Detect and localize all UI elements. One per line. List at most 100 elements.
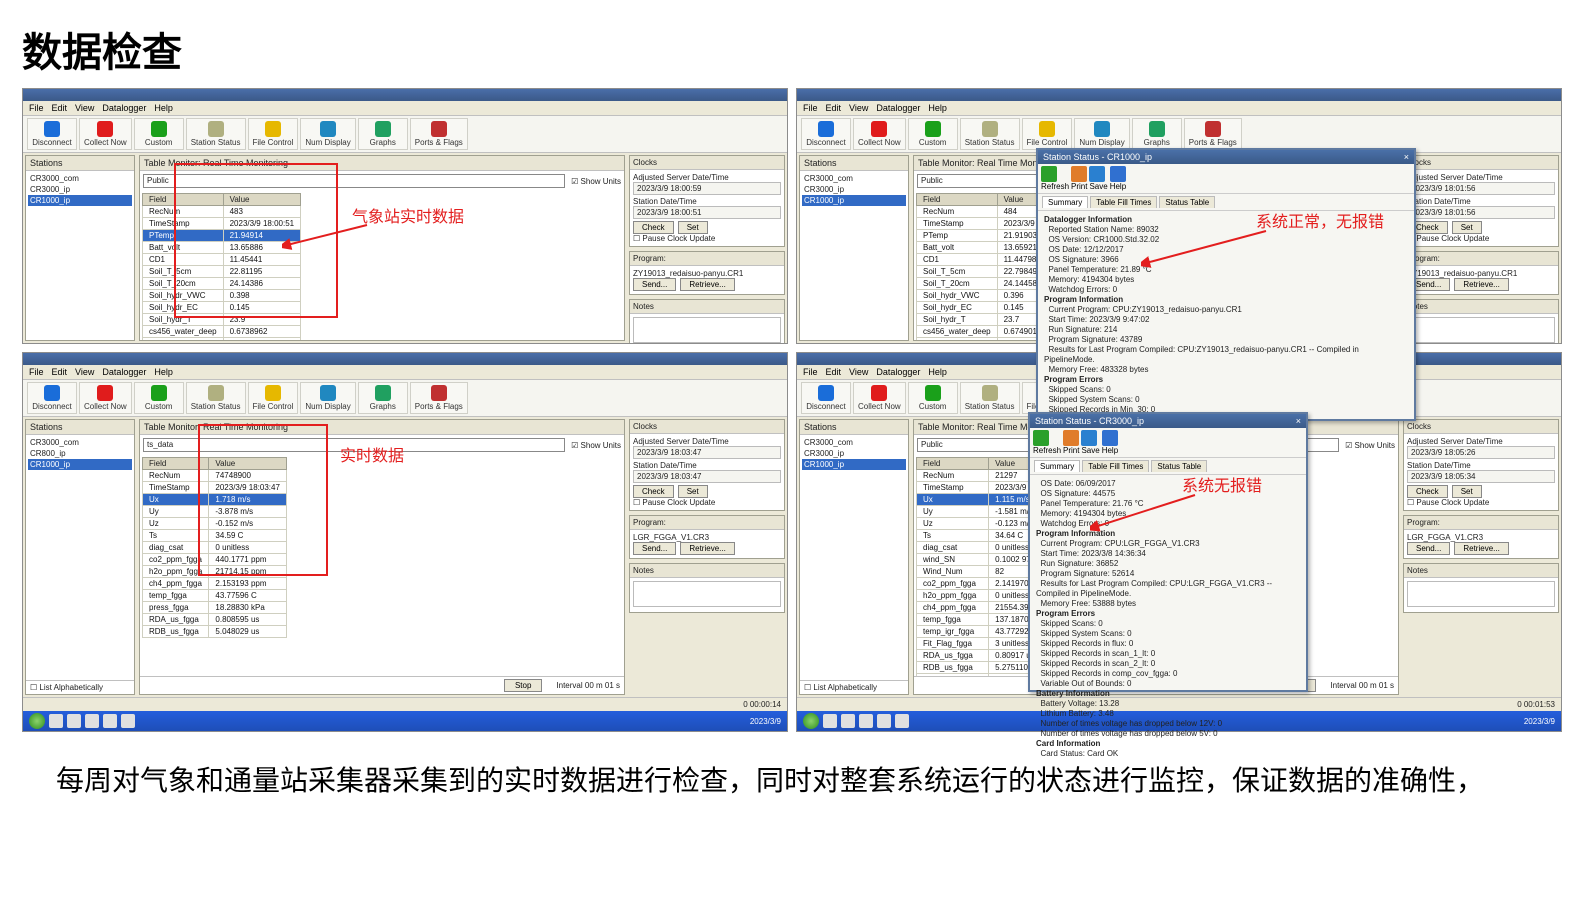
toolbar-custom[interactable]: Custom [908,118,958,150]
popup-tab[interactable]: Summary [1042,196,1088,208]
toolbar-collect-now[interactable]: Collect Now [79,118,132,150]
toolbar-station-status[interactable]: Station Status [186,118,246,150]
notes-textarea[interactable] [1407,581,1555,607]
taskbar-item[interactable] [121,714,135,728]
toolbar-num-display[interactable]: Num Display [300,382,355,414]
show-units-checkbox[interactable]: ☑ Show Units [1345,441,1395,450]
pause-clock-checkbox[interactable]: ☐ Pause Clock Update [1407,234,1555,243]
close-icon[interactable]: × [1404,152,1409,162]
station-item[interactable]: CR3000_com [28,437,132,448]
menu-help[interactable]: Help [154,367,173,377]
toolbar-graphs[interactable]: Graphs [358,382,408,414]
taskbar-item[interactable] [823,714,837,728]
toolbar-num-display[interactable]: Num Display [1074,118,1129,150]
toolbar-collect-now[interactable]: Collect Now [853,118,906,150]
menu-help[interactable]: Help [154,103,173,113]
popup-tool-print[interactable]: Print [1071,166,1087,191]
toolbar-collect-now[interactable]: Collect Now [853,382,906,414]
toolbar-file-control[interactable]: File Control [248,382,299,414]
retrieve-button[interactable]: Retrieve... [680,542,734,555]
start-orb-icon[interactable] [29,713,45,729]
retrieve-button[interactable]: Retrieve... [1454,278,1508,291]
menu-datalogger[interactable]: Datalogger [876,103,920,113]
toolbar-custom[interactable]: Custom [908,382,958,414]
notes-textarea[interactable] [1407,317,1555,343]
station-item[interactable]: CR3000_com [28,173,132,184]
menu-file[interactable]: File [803,367,818,377]
popup-tab[interactable]: Table Fill Times [1082,460,1149,472]
station-item[interactable]: CR3000_ip [802,184,906,195]
check-button[interactable]: Check [633,485,674,498]
close-icon[interactable]: × [1296,416,1301,426]
taskbar-item[interactable] [49,714,63,728]
taskbar-item[interactable] [103,714,117,728]
station-item[interactable]: CR1000_ip [28,195,132,206]
popup-tool-save[interactable]: Save [1089,166,1107,191]
set-button[interactable]: Set [678,485,708,498]
toolbar-file-control[interactable]: File Control [1022,118,1073,150]
send-button[interactable]: Send... [633,542,676,555]
pause-clock-checkbox[interactable]: ☐ Pause Clock Update [633,498,781,507]
check-button[interactable]: Check [633,221,674,234]
set-button[interactable]: Set [678,221,708,234]
popup-tool-save[interactable]: Save [1081,430,1099,455]
notes-textarea[interactable] [633,317,781,343]
menu-datalogger[interactable]: Datalogger [102,103,146,113]
menu-file[interactable]: File [803,103,818,113]
start-orb-icon[interactable] [803,713,819,729]
popup-tool-help[interactable]: Help [1110,166,1126,191]
toolbar-disconnect[interactable]: Disconnect [801,382,851,414]
toolbar-num-display[interactable]: Num Display [300,118,355,150]
menu-help[interactable]: Help [928,367,947,377]
toolbar-disconnect[interactable]: Disconnect [27,382,77,414]
toolbar-ports-&-flags[interactable]: Ports & Flags [410,382,468,414]
popup-tool-help[interactable]: Help [1102,430,1118,455]
station-item[interactable]: CR1000_ip [28,459,132,470]
station-item[interactable]: CR800_ip [28,448,132,459]
toolbar-station-status[interactable]: Station Status [960,382,1020,414]
menu-datalogger[interactable]: Datalogger [102,367,146,377]
retrieve-button[interactable]: Retrieve... [1454,542,1508,555]
taskbar-item[interactable] [841,714,855,728]
station-item[interactable]: CR1000_ip [802,195,906,206]
station-item[interactable]: CR3000_ip [28,184,132,195]
list-alpha-checkbox[interactable]: ☐ List Alphabetically [30,683,103,692]
station-item[interactable]: CR1000_ip [802,459,906,470]
menu-edit[interactable]: Edit [52,367,68,377]
station-item[interactable]: CR3000_com [802,173,906,184]
menu-edit[interactable]: Edit [52,103,68,113]
toolbar-collect-now[interactable]: Collect Now [79,382,132,414]
check-button[interactable]: Check [1407,485,1448,498]
menu-view[interactable]: View [849,103,868,113]
stop-button[interactable]: Stop [504,679,542,692]
menu-view[interactable]: View [75,103,94,113]
menu-datalogger[interactable]: Datalogger [876,367,920,377]
set-button[interactable]: Set [1452,485,1482,498]
pause-clock-checkbox[interactable]: ☐ Pause Clock Update [1407,498,1555,507]
retrieve-button[interactable]: Retrieve... [680,278,734,291]
menu-edit[interactable]: Edit [826,103,842,113]
taskbar-item[interactable] [859,714,873,728]
table-dropdown[interactable]: ts_data [143,438,565,452]
set-button[interactable]: Set [1452,221,1482,234]
show-units-checkbox[interactable]: ☑ Show Units [571,441,621,450]
toolbar-disconnect[interactable]: Disconnect [27,118,77,150]
taskbar-item[interactable] [85,714,99,728]
list-alpha-checkbox[interactable]: ☐ List Alphabetically [804,683,877,692]
toolbar-ports-&-flags[interactable]: Ports & Flags [1184,118,1242,150]
popup-tab[interactable]: Table Fill Times [1090,196,1157,208]
table-dropdown[interactable]: Public [143,174,565,188]
send-button[interactable]: Send... [633,278,676,291]
send-button[interactable]: Send... [1407,542,1450,555]
popup-tab[interactable]: Summary [1034,460,1080,472]
pause-clock-checkbox[interactable]: ☐ Pause Clock Update [633,234,781,243]
toolbar-ports-&-flags[interactable]: Ports & Flags [410,118,468,150]
menu-file[interactable]: File [29,367,44,377]
menu-file[interactable]: File [29,103,44,113]
toolbar-graphs[interactable]: Graphs [358,118,408,150]
taskbar-item[interactable] [67,714,81,728]
toolbar-station-status[interactable]: Station Status [960,118,1020,150]
popup-tool-print[interactable]: Print [1063,430,1079,455]
taskbar-item[interactable] [877,714,891,728]
toolbar-file-control[interactable]: File Control [248,118,299,150]
